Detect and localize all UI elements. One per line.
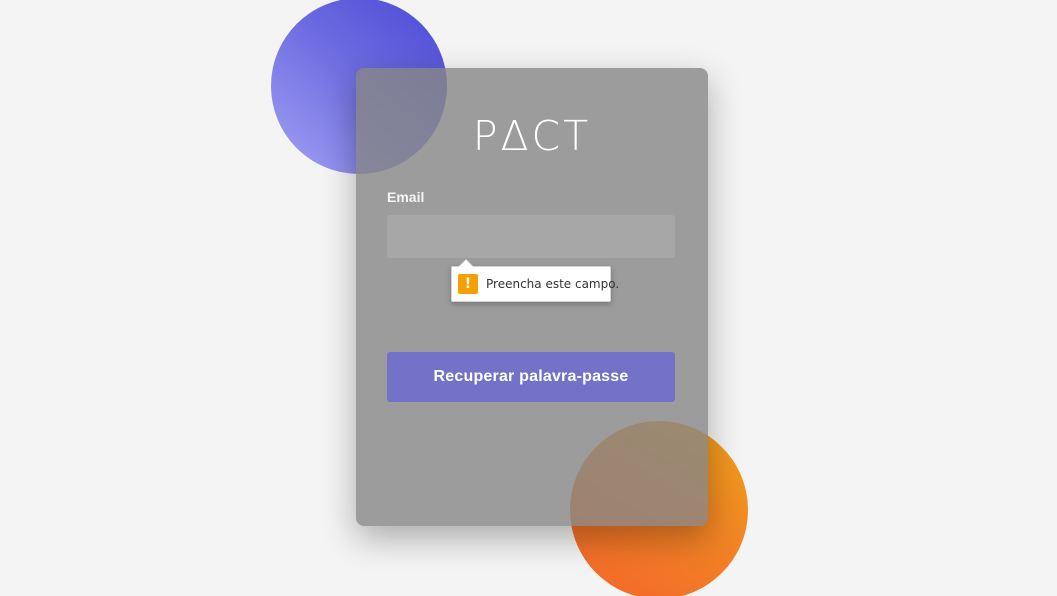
email-label: Email [387, 189, 425, 205]
page-background: PΔCT Email Recuperar palavra-passe ! Pre… [0, 0, 1057, 596]
warning-icon: ! [458, 274, 478, 294]
pact-logo: PΔCT [472, 112, 592, 160]
recover-password-button[interactable]: Recuperar palavra-passe [387, 352, 675, 402]
tooltip-arrow [459, 260, 473, 267]
email-input[interactable] [387, 215, 675, 258]
validation-tooltip: ! Preencha este campo. [451, 259, 619, 302]
validation-message: Preencha este campo. [486, 277, 620, 291]
